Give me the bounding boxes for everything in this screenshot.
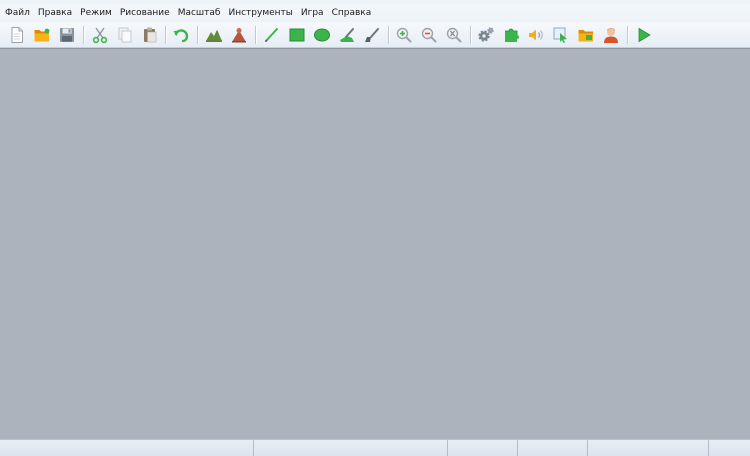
toolbar-separator (165, 26, 167, 44)
toolbar-separator (627, 26, 629, 44)
zoom-reset-icon (446, 27, 462, 43)
object-button[interactable] (228, 24, 250, 46)
toolbar-separator (83, 26, 85, 44)
terrain-icon (206, 30, 222, 42)
user-button[interactable] (600, 24, 622, 46)
toolbar (0, 22, 750, 48)
save-button[interactable] (56, 24, 78, 46)
brush-button[interactable] (361, 24, 383, 46)
zoom-reset-button[interactable] (443, 24, 465, 46)
status-panel (709, 440, 750, 456)
ellipse-button[interactable] (311, 24, 333, 46)
pencil-icon (264, 28, 278, 43)
toolbar-separator (255, 26, 257, 44)
rectangle-button[interactable] (286, 24, 308, 46)
menu-file[interactable]: Файл (0, 4, 34, 22)
ellipse-icon (314, 28, 330, 42)
toolbar-separator (470, 26, 472, 44)
menu-draw[interactable]: Рисование (116, 4, 174, 22)
new-document-icon (11, 27, 23, 43)
menu-tools[interactable]: Инструменты (224, 4, 296, 22)
sound-icon (529, 29, 543, 41)
rectangle-icon (289, 28, 305, 42)
menu-zoom[interactable]: Масштаб (174, 4, 225, 22)
status-bar (0, 439, 750, 456)
map-select-icon (553, 27, 567, 43)
fill-icon (340, 28, 354, 42)
plugin-button[interactable] (500, 24, 522, 46)
copy-button[interactable] (114, 24, 136, 46)
status-panel (254, 440, 448, 456)
zoom-out-button[interactable] (418, 24, 440, 46)
save-icon (60, 28, 74, 42)
fill-button[interactable] (336, 24, 358, 46)
settings-icon (478, 27, 494, 42)
object-icon (232, 28, 246, 43)
cut-icon (92, 27, 108, 44)
toolbar-separator (197, 26, 199, 44)
menu-help[interactable]: Справка (328, 4, 376, 22)
open-folder-icon (34, 28, 50, 42)
status-panel (588, 440, 709, 456)
zoom-in-button[interactable] (393, 24, 415, 46)
paste-icon (144, 27, 157, 43)
paste-button[interactable] (139, 24, 161, 46)
brush-icon (365, 28, 379, 42)
status-panel (448, 440, 518, 456)
map-workspace[interactable] (0, 48, 750, 439)
sound-button[interactable] (525, 24, 547, 46)
resources-folder-icon (578, 30, 593, 42)
open-button[interactable] (31, 24, 53, 46)
zoom-out-icon (421, 27, 437, 43)
menu-game[interactable]: Игра (297, 4, 328, 22)
undo-button[interactable] (170, 24, 192, 46)
toolbar-separator (388, 26, 390, 44)
editor-window: Файл Правка Режим Рисование Масштаб Инст… (0, 0, 750, 456)
pencil-button[interactable] (261, 24, 283, 46)
undo-icon (173, 29, 189, 43)
plugin-icon (505, 28, 519, 42)
copy-icon (118, 27, 132, 43)
menu-bar: Файл Правка Режим Рисование Масштаб Инст… (0, 4, 750, 22)
map-select-button[interactable] (550, 24, 572, 46)
menu-edit[interactable]: Правка (34, 4, 76, 22)
terrain-button[interactable] (203, 24, 225, 46)
user-icon (604, 28, 618, 43)
menu-mode[interactable]: Режим (76, 4, 116, 22)
status-panel (518, 440, 588, 456)
resources-button[interactable] (575, 24, 597, 46)
play-button[interactable] (633, 24, 655, 46)
settings-button[interactable] (475, 24, 497, 46)
play-icon (638, 27, 651, 43)
cut-button[interactable] (89, 24, 111, 46)
status-panel (0, 440, 254, 456)
new-document-button[interactable] (6, 24, 28, 46)
zoom-in-icon (396, 27, 412, 43)
